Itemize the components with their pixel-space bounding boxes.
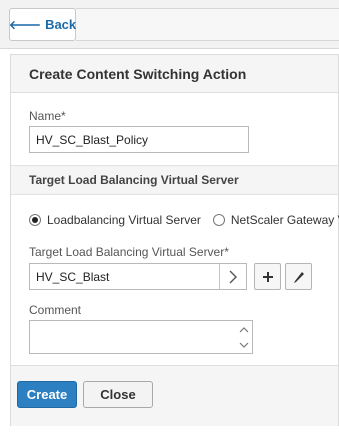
radio-netscaler-gateway[interactable] — [212, 213, 225, 226]
close-button[interactable]: Close — [83, 381, 153, 408]
section-title: Target Load Balancing Virtual Server — [29, 173, 239, 187]
chevron-right-icon[interactable] — [219, 264, 246, 289]
edit-server-button[interactable] — [285, 263, 312, 290]
radio-netscaler-gateway-label: NetScaler Gateway Virtual Server — [230, 212, 339, 227]
back-button-label: Back — [45, 17, 77, 32]
name-input[interactable]: HV_SC_Blast_Policy — [29, 126, 249, 153]
target-label: Target Load Balancing Virtual Server* — [29, 245, 229, 259]
dialog-header: Create Content Switching Action — [11, 55, 338, 93]
dialog-title: Create Content Switching Action — [29, 66, 247, 82]
arrow-left-icon: 🡐 — [8, 18, 42, 32]
chevron-up-icon[interactable] — [238, 323, 250, 335]
create-action-dialog: Create Content Switching Action Name* HV… — [10, 54, 339, 426]
comment-textarea[interactable] — [29, 320, 253, 354]
target-type-radio-group: Loadbalancing Virtual Server NetScaler Ga… — [29, 211, 339, 229]
add-server-button[interactable] — [254, 263, 281, 290]
target-section-header: Target Load Balancing Virtual Server — [11, 165, 338, 195]
back-button[interactable]: 🡐 Back — [9, 8, 76, 41]
name-input-value: HV_SC_Blast_Policy — [36, 132, 149, 147]
comment-label: Comment — [29, 303, 82, 317]
toolbar-strip — [76, 8, 339, 41]
name-label: Name* — [29, 109, 66, 123]
radio-loadbalancing[interactable] — [29, 213, 41, 226]
plus-icon — [262, 271, 273, 282]
pencil-icon — [293, 271, 304, 283]
target-server-value: HV_SC_Blast — [36, 270, 110, 284]
top-toolbar: 🡐 Back — [0, 0, 339, 49]
target-server-select[interactable]: HV_SC_Blast — [29, 263, 247, 290]
dialog-footer: Create Close — [11, 365, 338, 426]
chevron-down-icon[interactable] — [238, 339, 250, 351]
create-button[interactable]: Create — [17, 381, 77, 408]
radio-loadbalancing-label: Loadbalancing Virtual Server — [47, 212, 201, 227]
